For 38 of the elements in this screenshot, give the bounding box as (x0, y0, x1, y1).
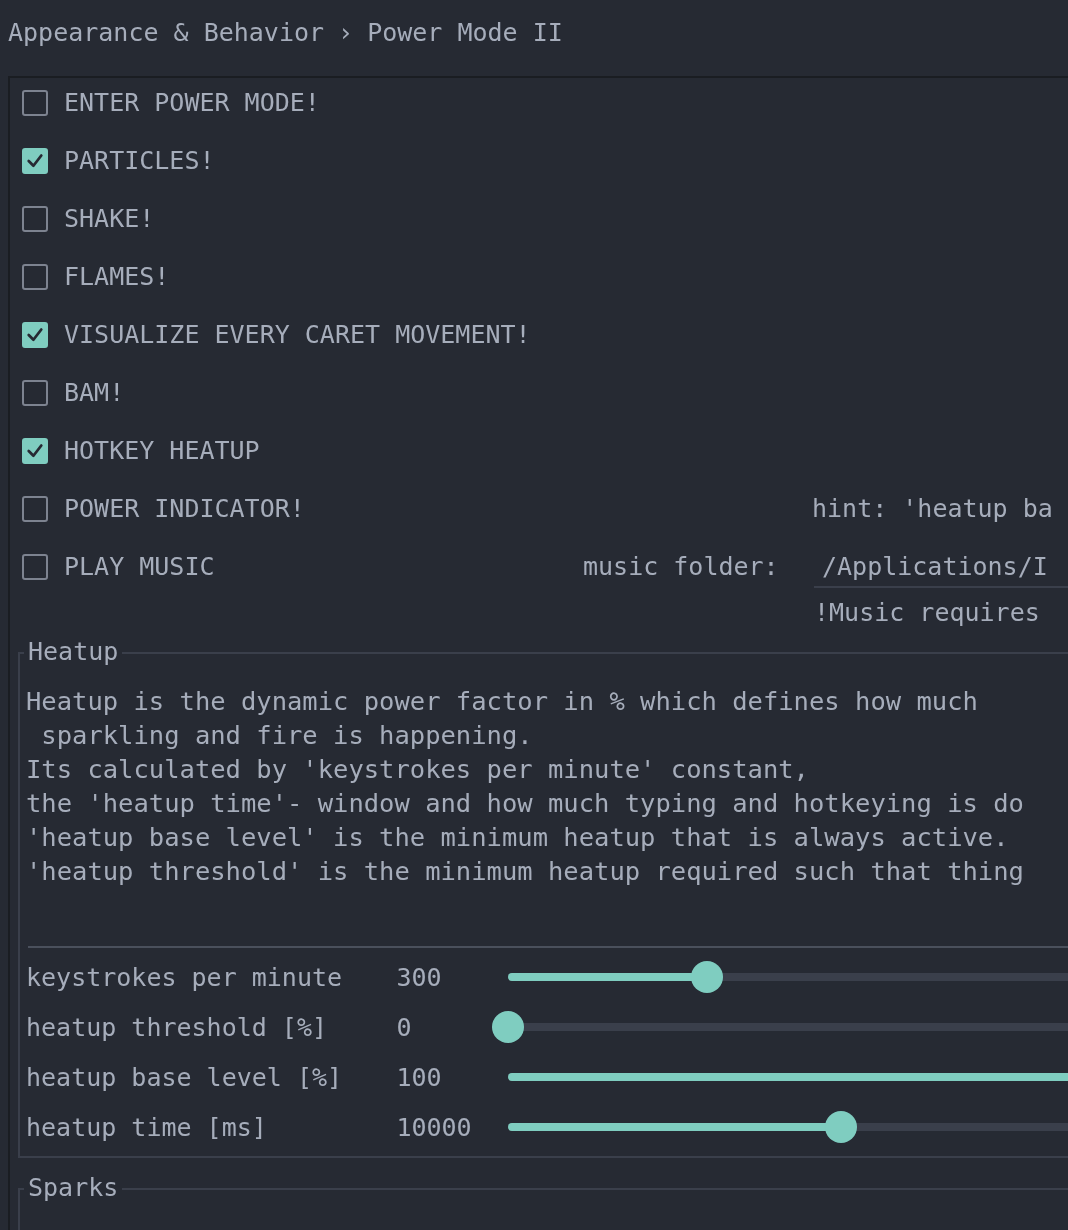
checkbox[interactable] (22, 206, 48, 232)
checkbox[interactable] (22, 438, 48, 464)
checkbox-label[interactable]: FLAMES! (64, 258, 170, 296)
slider-value: 10000 (396, 1112, 473, 1142)
music-note: !Music requires (814, 597, 1041, 629)
checkbox[interactable] (22, 380, 48, 406)
checkbox-label[interactable]: SHAKE! (64, 200, 155, 238)
checkbox[interactable] (22, 496, 48, 522)
checkbox-label[interactable]: POWER INDICATOR! (64, 490, 305, 528)
slider-label: heatup base level [%] (26, 1062, 344, 1092)
checkbox[interactable] (22, 148, 48, 174)
checkbox[interactable] (22, 322, 48, 348)
slider-value: 300 (396, 962, 443, 992)
checkbox[interactable] (22, 264, 48, 290)
breadcrumb-current: Power Mode II (367, 17, 563, 47)
slider[interactable] (492, 1011, 1068, 1043)
heatup-description: Heatup is the dynamic power factor in % which defines how much sparkling and fire is happening. Its calculated by 'keystrokes per minute' constant, the 'heatup time'- window and how much typing and hotkeying is do 'heatup base level' is the minimum heatup that is always active. 'heatup threshold' is the minimum heatup required such that thing (26, 685, 1025, 888)
breadcrumb-parent[interactable]: Appearance & Behavior (8, 17, 325, 47)
slider-thumb[interactable] (824, 1111, 857, 1143)
checkbox-label[interactable]: HOTKEY HEATUP (64, 432, 260, 470)
slider-value: 100 (396, 1062, 443, 1092)
slider-label: heatup time [ms] (26, 1112, 268, 1142)
slider-label: keystrokes per minute (26, 962, 344, 992)
hint-text: hint: 'heatup ba (812, 493, 1053, 525)
music-folder-field[interactable]: /Applications/I (814, 548, 1068, 588)
breadcrumb-separator: › (338, 17, 354, 47)
checkbox-label[interactable]: ENTER POWER MODE! (64, 84, 320, 122)
slider-label: heatup threshold [%] (26, 1012, 329, 1042)
checkbox[interactable] (22, 90, 48, 116)
slider-value: 0 (396, 1012, 413, 1042)
slider-thumb[interactable] (690, 961, 723, 993)
slider-thumb[interactable] (492, 1011, 524, 1043)
music-folder-label: music folder: (583, 551, 779, 583)
checkbox-label[interactable]: PLAY MUSIC (64, 548, 215, 586)
checkbox-label[interactable]: VISUALIZE EVERY CARET MOVEMENT! (64, 316, 531, 354)
checkbox[interactable] (22, 554, 48, 580)
checkbox-label[interactable]: PARTICLES! (64, 142, 215, 180)
checkbox-label[interactable]: BAM! (64, 374, 125, 412)
